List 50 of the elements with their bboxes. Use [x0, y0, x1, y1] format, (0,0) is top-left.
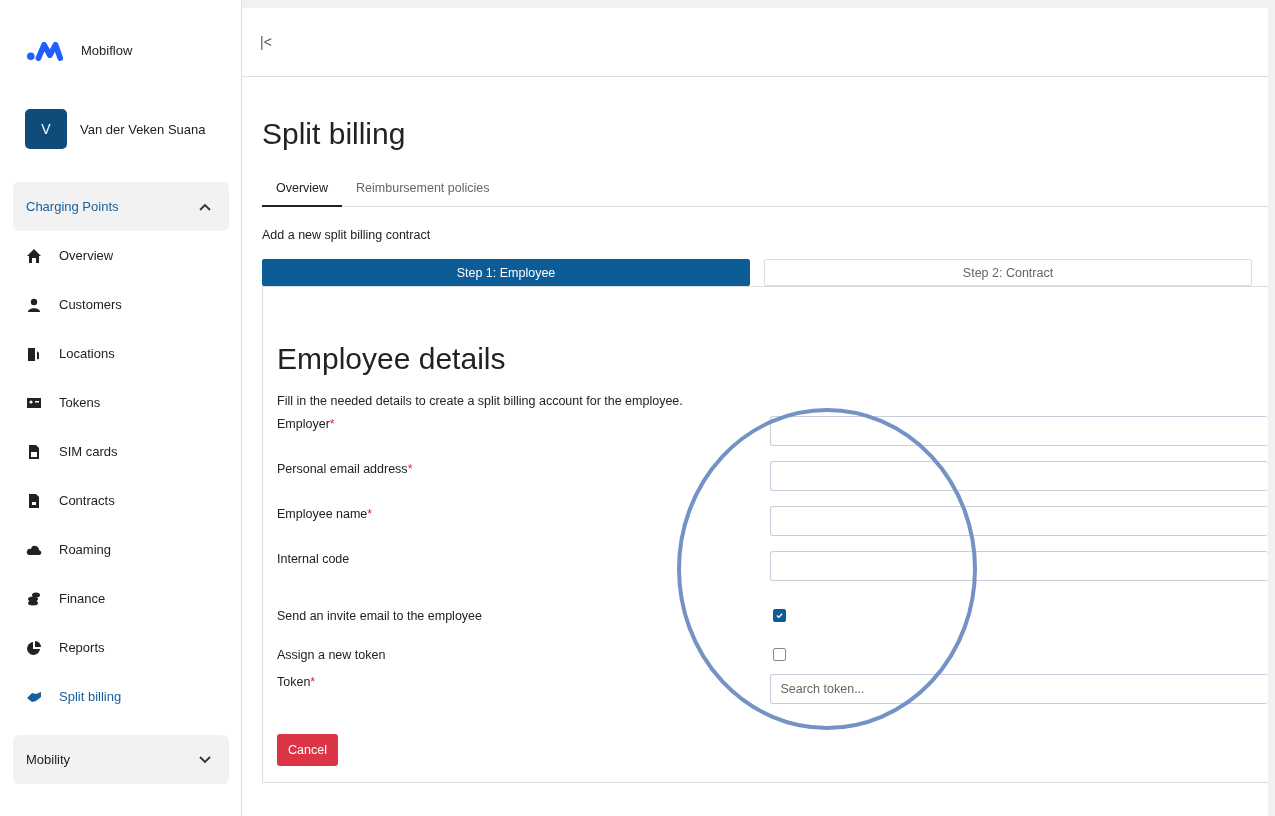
field-label: Token* [277, 674, 317, 689]
collapse-sidebar-button[interactable]: |< [260, 34, 272, 50]
section-subtitle: Add a new split billing contract [262, 228, 432, 242]
nav-item[interactable]: Finance [13, 574, 228, 623]
tab[interactable]: Overview [262, 173, 343, 207]
field-label: Employer* [277, 416, 336, 431]
coins-icon [26, 590, 42, 607]
cancel-button[interactable]: Cancel [277, 734, 338, 766]
input-field[interactable] [770, 551, 1268, 581]
field-label: Personal email address* [277, 461, 414, 476]
document-icon [26, 492, 42, 509]
checkmark-icon [775, 611, 784, 620]
person-icon [26, 296, 42, 313]
page-title: Split billing [262, 117, 407, 151]
nav-item[interactable]: Overview [13, 231, 228, 280]
step-tab[interactable]: Step 1: Employee [262, 259, 750, 286]
input-field[interactable] [770, 461, 1268, 491]
user-name: Van der Veken Suana [80, 121, 206, 137]
checkbox[interactable] [773, 609, 786, 622]
field-label: Internal code [277, 551, 351, 566]
chevron-icon [199, 202, 211, 211]
tab[interactable]: Reimbursement policies [342, 173, 504, 207]
step-tab[interactable]: Step 2: Contract [764, 259, 1252, 286]
nav-item[interactable]: Contracts [13, 476, 228, 525]
form-title: Employee details [277, 342, 507, 376]
pie-chart-icon [26, 639, 42, 656]
chevron-icon [199, 755, 211, 764]
nav-group-header[interactable]: Mobility [13, 735, 229, 784]
field-label: Assign a new token [277, 647, 387, 662]
nav-group-header[interactable]: Charging Points [13, 182, 229, 231]
charging-station-icon [26, 345, 42, 362]
field-label: Send an invite email to the employee [277, 608, 483, 623]
nav-item[interactable]: Customers [13, 280, 228, 329]
logo-icon [27, 39, 65, 61]
nav-item[interactable]: Tokens [13, 378, 228, 427]
brand-name: Mobiflow [81, 42, 133, 58]
input-field[interactable] [770, 416, 1268, 446]
user-avatar: V [25, 109, 67, 149]
nav-item[interactable]: Locations [13, 329, 228, 378]
input-field[interactable] [770, 506, 1268, 536]
checkbox[interactable] [773, 648, 786, 661]
nav-item[interactable]: Reports [13, 623, 228, 672]
field-label: Employee name* [277, 506, 374, 521]
nav-item[interactable]: SIM cards [13, 427, 228, 476]
nav-item[interactable]: Roaming [13, 525, 228, 574]
sim-card-icon [26, 443, 42, 460]
search-field[interactable]: Search token... [770, 674, 1268, 704]
home-icon [26, 247, 42, 264]
form-intro: Fill in the needed details to create a split billing account for the employee. [277, 394, 684, 408]
nav-item[interactable]: Split billing [13, 672, 228, 721]
